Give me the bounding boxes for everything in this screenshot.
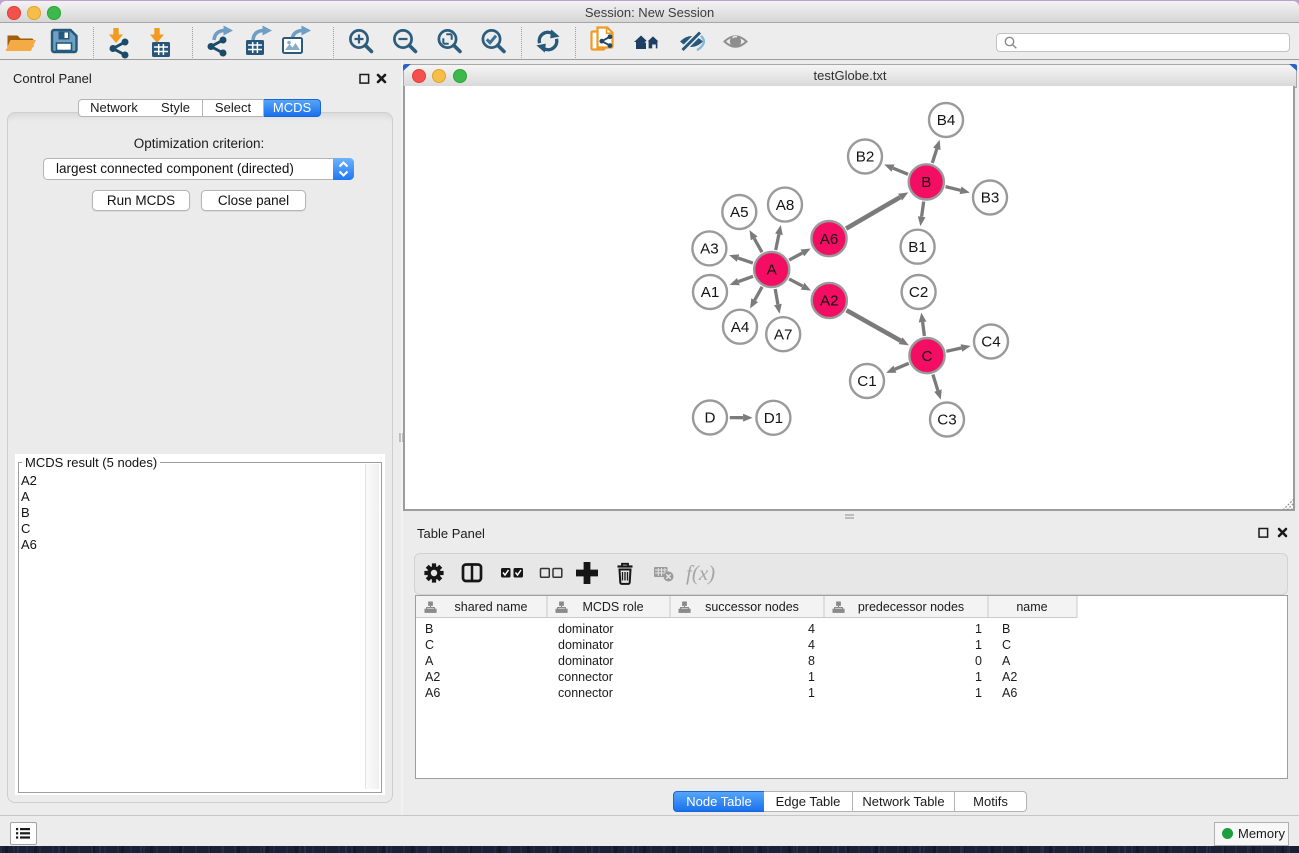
svg-text:C: C (425, 638, 434, 652)
svg-text:D: D (705, 410, 716, 427)
svg-text:dominator: dominator (558, 638, 614, 652)
svg-text:MCDS role: MCDS role (582, 600, 643, 614)
svg-text:B: B (425, 622, 433, 636)
svg-text:A: A (767, 262, 778, 279)
svg-text:4: 4 (808, 638, 815, 652)
svg-text:name: name (1016, 600, 1047, 614)
svg-text:A2: A2 (820, 293, 839, 310)
svg-text:A7: A7 (774, 326, 793, 343)
svg-text:1: 1 (975, 686, 982, 700)
svg-text:f(x): f(x) (686, 561, 715, 585)
svg-text:A5: A5 (730, 204, 749, 221)
svg-text:A: A (425, 654, 434, 668)
svg-text:1: 1 (975, 622, 982, 636)
svg-text:A3: A3 (700, 241, 719, 258)
svg-text:C: C (1002, 638, 1011, 652)
svg-text:connector: connector (558, 686, 613, 700)
svg-text:D1: D1 (764, 410, 783, 427)
svg-text:1: 1 (808, 670, 815, 684)
svg-text:B2: B2 (856, 149, 875, 166)
svg-text:C3: C3 (937, 412, 956, 429)
svg-text:A6: A6 (820, 231, 839, 248)
svg-text:8: 8 (808, 654, 815, 668)
svg-text:predecessor nodes: predecessor nodes (858, 600, 964, 614)
svg-text:C4: C4 (981, 334, 1000, 351)
svg-text:A2: A2 (1002, 670, 1017, 684)
svg-text:1: 1 (975, 670, 982, 684)
svg-text:dominator: dominator (558, 622, 614, 636)
svg-text:A: A (1002, 654, 1011, 668)
svg-text:A2: A2 (425, 670, 440, 684)
svg-text:successor nodes: successor nodes (705, 600, 799, 614)
svg-text:B: B (1002, 622, 1010, 636)
svg-text:1: 1 (808, 686, 815, 700)
svg-text:C: C (922, 348, 933, 365)
svg-text:A4: A4 (731, 319, 750, 336)
svg-text:C2: C2 (909, 284, 928, 301)
svg-text:A8: A8 (776, 197, 795, 214)
svg-text:B: B (921, 174, 931, 191)
svg-text:B3: B3 (981, 190, 1000, 207)
svg-text:A6: A6 (1002, 686, 1017, 700)
svg-text:A1: A1 (701, 284, 720, 301)
svg-text:dominator: dominator (558, 654, 614, 668)
svg-text:A6: A6 (425, 686, 440, 700)
svg-text:1: 1 (975, 638, 982, 652)
svg-text:B4: B4 (937, 112, 956, 129)
svg-text:connector: connector (558, 670, 613, 684)
svg-text:4: 4 (808, 622, 815, 636)
svg-text:0: 0 (975, 654, 982, 668)
svg-text:B1: B1 (908, 239, 927, 256)
svg-text:shared name: shared name (455, 600, 528, 614)
svg-text:C1: C1 (857, 373, 876, 390)
